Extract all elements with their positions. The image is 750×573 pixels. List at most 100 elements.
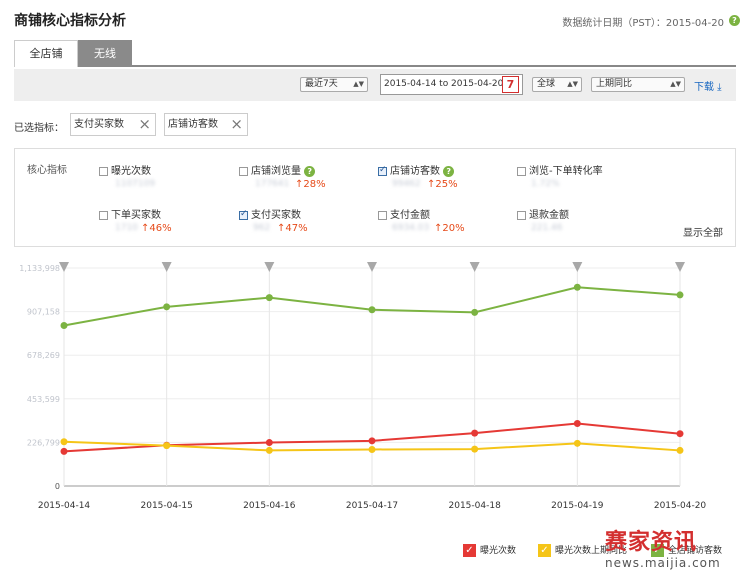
metric-store-visitors[interactable]: 店铺访客数 ? [378,162,455,177]
checkbox[interactable] [239,166,248,176]
metric-value: 962 [253,223,271,233]
metrics-label: 核心指标 [27,165,67,176]
help-icon[interactable]: ? [443,165,455,177]
period-select[interactable]: 最近7天 ▲▼ [300,77,368,92]
data-point [265,446,273,454]
checkbox[interactable] [517,210,526,220]
data-point [471,308,479,316]
data-point [676,446,684,454]
check-icon: ✓ [463,544,476,557]
marker-icon [59,262,69,272]
selected-label: 已选指标： [14,123,64,134]
x-tick-label: 2015-04-15 [141,501,193,511]
help-icon[interactable]: ? [729,15,740,26]
marker-icon [469,262,480,272]
show-all-link[interactable]: 显示全部 [683,224,723,239]
data-point [676,430,684,438]
checkbox[interactable] [239,209,248,220]
x-tick-label: 2015-04-18 [449,501,502,511]
metric-label: 曝光次数 [111,166,151,177]
chevron-down-icon: ▲▼ [353,80,364,88]
x-tick-label: 2015-04-20 [654,501,707,511]
compare-select-value: 上期同比 [596,79,633,89]
metric-label: 店铺浏览量 [251,166,301,177]
data-point [573,420,581,428]
help-icon[interactable]: ? [304,165,316,177]
data-point [60,438,68,446]
data-point [368,445,376,453]
metrics-panel: 核心指标 曝光次数 1107109 店铺浏览量 ? 177641 ↑28% 店铺… [14,148,736,247]
data-point [676,291,684,299]
data-point [368,437,376,445]
data-point [163,442,171,450]
region-select[interactable]: 全球 ▲▼ [532,77,582,92]
period-select-value: 最近7天 [305,79,338,89]
chip-store-visitors: 店铺访客数 × [164,113,248,136]
line-chart: 1,133,998 907,158 678,269 453,599 226,799 0 20… [19,262,707,511]
compare-select[interactable]: 上期同比 ▲▼ [591,77,685,92]
chip-paying-buyers: 支付买家数 × [70,113,156,136]
metric-delta: ↑25% [427,179,458,190]
checkbox[interactable] [517,166,526,176]
checkbox[interactable] [378,165,387,176]
check-icon: ✓ [538,544,551,557]
chip-label: 店铺访客数 [168,119,218,130]
data-point [573,283,581,291]
metric-paying-buyers[interactable]: 支付买家数 [239,206,301,221]
legend-item-impressions[interactable]: ✓ 曝光次数 [463,543,516,557]
close-icon[interactable]: × [230,114,243,135]
metric-value: 1107109 [115,179,156,189]
page-title: 商铺核心指标分析 [14,13,126,29]
checkbox[interactable] [99,166,108,176]
calendar-icon[interactable]: 7 [502,76,519,93]
metric-value: 221.46 [531,223,563,233]
data-point [60,447,68,455]
y-tick-label: 226,799 [27,438,60,447]
metric-value: 6934.03 [392,223,430,233]
data-point [265,294,273,302]
data-point [163,303,171,311]
date-range-input[interactable]: 2015-04-14 to 2015-04-20 7 [380,74,523,95]
metric-value: 99462 [392,179,421,189]
data-point [471,445,479,453]
metric-delta: ↑46% [141,223,172,234]
y-tick-label: 1,133,998 [19,264,60,273]
close-icon[interactable]: × [138,114,151,135]
data-point [60,321,68,329]
y-tick-label: 678,269 [27,351,60,360]
data-point [265,439,273,447]
x-tick-label: 2015-04-14 [38,501,91,511]
x-tick-label: 2015-04-17 [346,501,398,511]
watermark-url: news.maijia.com [605,556,721,570]
metric-store-pageviews[interactable]: 店铺浏览量 ? [239,162,316,177]
metric-label: 支付买家数 [251,210,301,221]
download-link[interactable]: 下载 ⤓ [694,78,722,93]
data-point [368,306,376,314]
data-point [573,439,581,447]
watermark-logo: 赛家资讯 [605,530,698,555]
checkbox[interactable] [378,210,387,220]
tab-wireless[interactable]: 无线 [78,40,132,67]
metric-label: 下单买家数 [111,210,161,221]
metric-order-buyers[interactable]: 下单买家数 [99,206,161,221]
tab-bar: 全店铺 无线 [14,40,736,67]
marker-icon [572,262,583,272]
marker-icon [675,262,685,272]
metric-value: 1710 [115,223,138,233]
x-tick-label: 2015-04-19 [551,501,604,511]
tab-all-stores[interactable]: 全店铺 [14,40,78,67]
metric-label: 支付金额 [390,210,430,221]
chip-label: 支付买家数 [74,119,124,130]
metric-browse-order-rate[interactable]: 浏览-下单转化率 [517,162,603,177]
metric-impressions[interactable]: 曝光次数 [99,162,151,177]
metric-label: 店铺访客数 [390,166,440,177]
metric-value: 177641 [255,179,290,189]
metric-refund-amount[interactable]: 退款金额 [517,206,569,221]
metric-payment-amount[interactable]: 支付金额 [378,206,430,221]
x-tick-label: 2015-04-16 [243,501,296,511]
filter-bar: 最近7天 ▲▼ 2015-04-14 to 2015-04-20 7 全球 ▲▼… [14,69,736,101]
y-tick-label: 907,158 [27,308,60,317]
y-tick-label: 453,599 [27,395,60,404]
data-point [471,429,479,437]
checkbox[interactable] [99,210,108,220]
